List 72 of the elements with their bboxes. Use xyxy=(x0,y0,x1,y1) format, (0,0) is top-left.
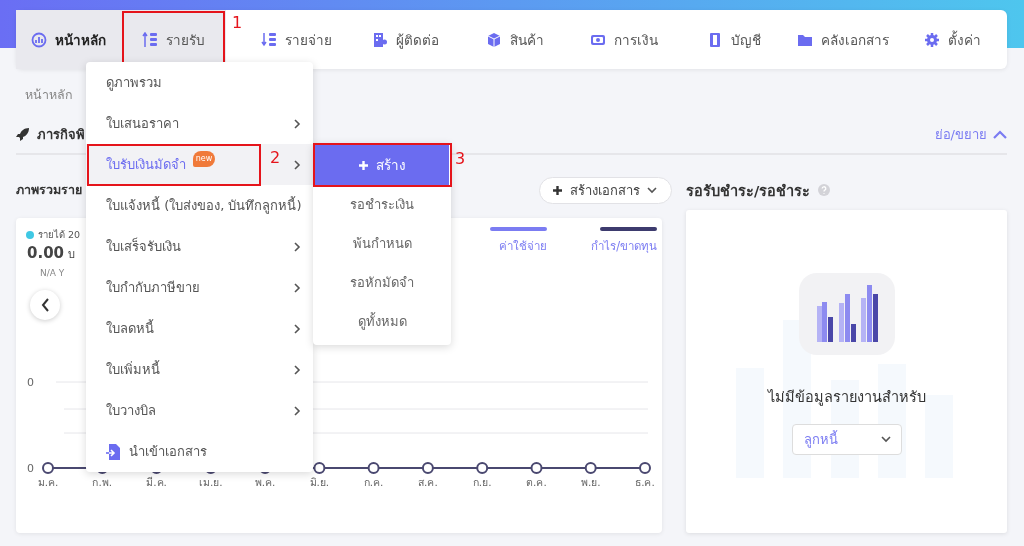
nav-tab[interactable]: ผู้ติดต่อ xyxy=(351,10,461,69)
chevron-up-icon xyxy=(993,129,1007,139)
chevron-right-icon xyxy=(293,364,301,375)
menu-item[interactable]: ใบเพิ่มหนี้ xyxy=(86,349,313,390)
axis-label: 0 xyxy=(27,376,34,389)
axis-label: เม.ย. xyxy=(198,476,223,488)
axis-label: ม.ค. xyxy=(37,476,59,488)
menu-item[interactable]: ใบลดหนี้ xyxy=(86,308,313,349)
axis-label: มี.ค. xyxy=(146,476,167,488)
nav-tab[interactable]: หน้าหลัก xyxy=(16,10,121,69)
axis-label: ธ.ค. xyxy=(635,476,655,488)
chevron-right-icon xyxy=(293,405,301,416)
section-title: ภาพรวมราย xyxy=(16,181,82,199)
plus-icon xyxy=(358,159,369,171)
chevron-right-icon xyxy=(293,323,301,334)
axis-label: มิ.ย. xyxy=(309,476,330,488)
chevron-right-icon xyxy=(293,118,301,129)
section-title: รอรับชำระ/รอชำระ xyxy=(686,181,811,201)
annotation-number: 1 xyxy=(232,13,243,32)
axis-label: 0 xyxy=(27,462,34,475)
plus-icon xyxy=(552,184,563,196)
nav-tab[interactable]: คลังเอกสาร xyxy=(788,10,898,69)
summary-label: รายได้ 20 xyxy=(38,228,81,242)
menu-item[interactable]: รอหักมัดจำ xyxy=(313,263,451,302)
empty-message: ไม่มีข้อมูลรายงานสำหรับ xyxy=(767,388,926,408)
chevron-right-icon xyxy=(293,282,301,293)
nav-tab[interactable]: บัญชี xyxy=(679,10,789,69)
nav-tab[interactable]: การเงิน xyxy=(569,10,680,69)
menu-item[interactable]: รอชำระเงิน xyxy=(313,185,451,224)
legend-label: กำไร/ขาดทุน xyxy=(591,238,657,255)
menu-item[interactable]: ใบเสร็จรับเงิน xyxy=(86,226,313,267)
bar-chart-icon xyxy=(798,273,895,355)
axis-label: พ.ย. xyxy=(580,476,601,488)
legend-label: ค่าใช้จ่าย xyxy=(499,238,548,255)
menu-item[interactable]: ใบกำกับภาษีขาย xyxy=(86,267,313,308)
axis-label: ก.ย. xyxy=(472,476,492,488)
help-icon xyxy=(818,184,831,196)
annotation-number: 3 xyxy=(455,149,466,168)
customer-type-select[interactable]: ลูกหนี้ xyxy=(791,424,902,455)
chevron-right-icon xyxy=(293,241,301,252)
chevron-left-icon xyxy=(40,298,50,312)
cube-icon xyxy=(486,31,503,48)
chevron-right-icon xyxy=(293,159,301,170)
import-file-icon xyxy=(106,442,122,461)
axis-label: พ.ค. xyxy=(254,476,276,488)
annotation-number: 2 xyxy=(270,148,281,167)
menu-item[interactable]: ใบแจ้งหนี้ (ใบส่งของ, บันทึกลูกหนี้) xyxy=(86,185,313,226)
menu-item[interactable]: ดูทั้งหมด xyxy=(313,302,451,341)
axis-label: ต.ค. xyxy=(526,476,547,488)
menu-item[interactable]: ใบวางบิล xyxy=(86,390,313,431)
settings-icon xyxy=(923,31,940,48)
menu-item[interactable]: นำเข้าเอกสาร xyxy=(86,431,313,472)
nav-tab[interactable]: ตั้งค่า xyxy=(897,10,1007,69)
create-document-button[interactable]: สร้างเอกสาร xyxy=(539,176,672,204)
summary-note: N/A Y xyxy=(39,268,66,278)
menu-item[interactable]: พ้นกำหนด xyxy=(313,224,451,263)
summary-amount: 0.00 บ xyxy=(26,244,76,263)
chevron-down-icon xyxy=(880,436,891,443)
previous-button[interactable] xyxy=(30,290,60,320)
axis-label: ส.ค. xyxy=(418,476,438,488)
axis-label: ก.พ. xyxy=(92,476,113,488)
create-button[interactable]: สร้าง xyxy=(315,145,449,185)
rocket-icon xyxy=(16,127,30,141)
building-icon xyxy=(372,31,389,48)
section-title: ภารกิจพิ xyxy=(37,125,85,144)
chevron-down-icon xyxy=(647,186,657,194)
new-badge: new xyxy=(193,150,215,167)
nav-tab[interactable]: สินค้า xyxy=(460,10,570,69)
menu-item[interactable]: ใบเสนอราคา xyxy=(86,103,313,144)
axis-label: ก.ค. xyxy=(363,476,384,488)
gauge-icon xyxy=(31,31,47,48)
menu-item[interactable]: ใบรับเงินมัดจำ new 2 xyxy=(86,144,313,185)
